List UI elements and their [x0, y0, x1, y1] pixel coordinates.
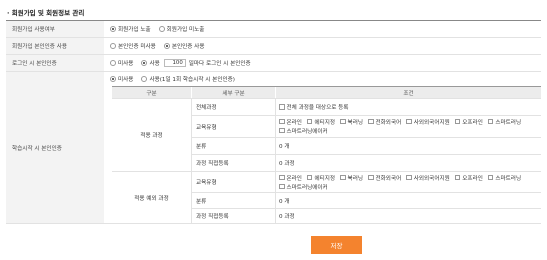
checkbox-icon[interactable] — [340, 174, 346, 181]
apply-edu-type-phone[interactable]: 전화외국어 — [368, 118, 401, 126]
study-auth-options: 미사용 사용(1일 1회 학습시작 시 본인인증) — [110, 74, 243, 84]
login-auth-label: 로그인 시 본인인증 — [6, 55, 104, 71]
checkbox-icon[interactable] — [487, 174, 494, 181]
checkbox-icon[interactable] — [406, 174, 412, 181]
apply-category-value[interactable]: 0 개 — [279, 138, 289, 154]
exclude-edu-type-external[interactable]: 사외외국어지원 — [406, 174, 450, 182]
all-courses-label: 전체과정 — [196, 105, 217, 111]
login-auth-suffix: 일마다 로그인 시 본인인증 — [188, 61, 251, 67]
exclude-edu-type-offline[interactable]: 오프라인 — [454, 174, 483, 182]
checkbox-icon[interactable] — [454, 118, 461, 125]
radio-icon[interactable] — [163, 43, 170, 49]
checkbox-icon[interactable] — [368, 118, 374, 125]
radio-icon[interactable] — [141, 76, 148, 82]
checkbox-icon[interactable] — [368, 174, 374, 181]
apply-edu-type-label: 교육유형 — [196, 124, 217, 131]
login-auth-options: 미사용 사용 100 일마다 로그인 시 본인인증 — [110, 55, 251, 71]
exclude-edu-type-options: 온라인 에티지정 북러닝 전화외국어 사외외국어지원 오프라인 스마트러닝 — [279, 173, 526, 182]
signup-show-radio[interactable]: 회원가입 노출 — [110, 25, 151, 33]
divider — [192, 115, 541, 116]
apply-edu-type-online[interactable]: 온라인 — [279, 118, 302, 126]
divider — [191, 98, 192, 223]
apply-edu-type-smart[interactable]: 스마트러닝 — [487, 118, 521, 126]
apply-edu-type-offline[interactable]: 오프라인 — [454, 118, 483, 126]
all-courses-option[interactable]: 전체 과정을 대상으로 등록 — [279, 99, 348, 115]
divider — [192, 192, 541, 193]
apply-edu-type-external[interactable]: 사외외국어지원 — [406, 118, 450, 126]
checkbox-icon[interactable] — [306, 174, 313, 181]
header-category: 구분 — [112, 87, 191, 98]
checkbox-icon[interactable] — [279, 118, 285, 125]
signup-auth-off-radio[interactable]: 본인인증 미사용 — [110, 42, 156, 50]
apply-category-label: 분류 — [196, 144, 207, 150]
divider — [6, 223, 541, 224]
apply-edu-type-smart-acre[interactable]: 스마트러닝에이커 — [279, 127, 328, 135]
signup-use-label: 회원가입 사용여부 — [6, 21, 104, 37]
exclude-course-select-value[interactable]: 0 과정 — [279, 209, 295, 223]
exclude-edu-type-smart-acre[interactable]: 스마트러닝에이커 — [279, 183, 328, 191]
apply-course-select-value[interactable]: 0 과정 — [279, 155, 295, 171]
save-button[interactable]: 저장 — [311, 236, 362, 254]
radio-icon[interactable] — [141, 60, 148, 66]
exclude-edu-type-phone[interactable]: 전화외국어 — [368, 174, 401, 182]
apply-edu-type-options: 온라인 에티지정 북러닝 전화외국어 사외외국어지원 오프라인 스마트러닝 — [279, 117, 526, 126]
signup-auth-options: 본인인증 미사용 본인인증 사용 — [110, 38, 212, 54]
exclude-edu-type-options-2: 스마트러닝에이커 — [279, 182, 333, 191]
radio-icon[interactable] — [110, 43, 116, 49]
study-auth-off-radio[interactable]: 미사용 — [110, 75, 133, 83]
checkbox-icon[interactable] — [487, 118, 494, 125]
radio-icon[interactable] — [110, 60, 116, 66]
radio-icon[interactable] — [110, 76, 116, 82]
group-apply-course: 적용 과정 — [140, 132, 163, 139]
exclude-edu-type-book[interactable]: 북러닝 — [340, 174, 363, 182]
checkbox-icon[interactable] — [340, 118, 346, 125]
exclude-edu-type-online[interactable]: 온라인 — [279, 174, 302, 182]
checkbox-icon[interactable] — [279, 183, 285, 190]
study-auth-on-radio[interactable]: 사용(1일 1회 학습시작 시 본인인증) — [141, 75, 235, 83]
checkbox-icon[interactable] — [279, 104, 285, 110]
apply-course-select-label: 과정 직접등록 — [196, 161, 229, 167]
signup-auth-on-radio[interactable]: 본인인증 사용 — [163, 42, 204, 50]
exclude-edu-type-smart[interactable]: 스마트러닝 — [487, 174, 521, 182]
checkbox-icon[interactable] — [306, 118, 313, 125]
exclude-category-label: 분류 — [196, 198, 207, 205]
apply-edu-type-designated[interactable]: 에티지정 — [306, 118, 335, 126]
checkbox-icon[interactable] — [279, 174, 285, 181]
exclude-course-select-label: 과정 직접등록 — [196, 214, 229, 220]
apply-edu-type-options-2: 스마트러닝에이커 — [279, 126, 333, 135]
checkbox-icon[interactable] — [454, 174, 461, 181]
radio-icon[interactable] — [158, 26, 165, 32]
divider — [192, 154, 541, 155]
exclude-category-value[interactable]: 0 개 — [279, 193, 289, 208]
checkbox-icon[interactable] — [279, 127, 285, 134]
checkbox-icon[interactable] — [406, 118, 412, 125]
apply-edu-type-book[interactable]: 북러닝 — [340, 118, 363, 126]
radio-icon[interactable] — [110, 26, 116, 32]
signup-hide-radio[interactable]: 회원가입 미노출 — [158, 25, 204, 33]
section-title: · 회원가입 및 회원정보 관리 — [7, 9, 85, 17]
header-subcategory: 세부 구분 — [192, 87, 275, 98]
exclude-edu-type-designated[interactable]: 에티지정 — [306, 174, 335, 182]
divider — [275, 98, 276, 223]
login-auth-days-input[interactable]: 100 — [163, 59, 186, 67]
signup-auth-label: 회원가입 본인인증 사용 — [6, 38, 104, 54]
login-auth-off-radio[interactable]: 미사용 — [110, 59, 133, 67]
group-exclude-course: 적용 예외 과정 — [134, 195, 169, 202]
login-auth-on-radio[interactable]: 사용 — [141, 59, 160, 67]
signup-use-options: 회원가입 노출 회원가입 미노출 — [110, 21, 212, 37]
exclude-edu-type-label: 교육유형 — [196, 180, 217, 186]
header-condition: 조건 — [276, 87, 541, 98]
study-auth-label: 학습시작 시 본인인증 — [6, 72, 104, 223]
divider — [192, 137, 541, 138]
divider — [192, 208, 541, 209]
